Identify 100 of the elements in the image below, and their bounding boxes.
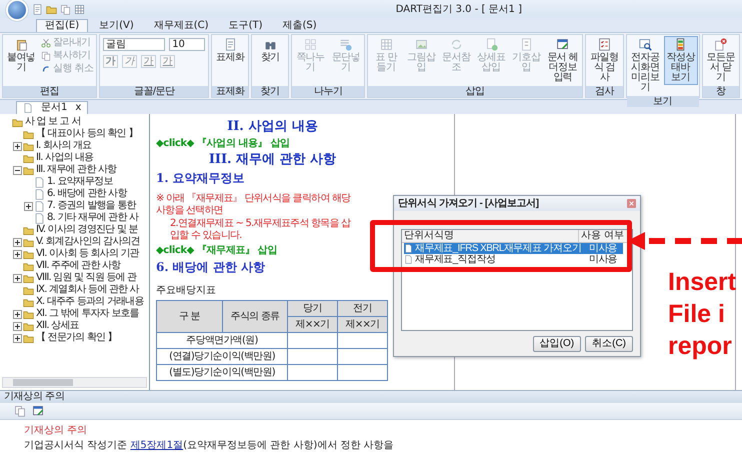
window-icon[interactable] <box>32 405 44 417</box>
folder-icon <box>23 296 34 308</box>
tree-item[interactable]: 【 전문가의 확인 】 <box>36 332 117 344</box>
search-icon <box>638 38 652 51</box>
page-icon <box>34 212 45 224</box>
expand-toggle[interactable] <box>13 142 22 150</box>
ribbon-button[interactable]: 찾기 <box>253 36 288 65</box>
clipboard-icon <box>14 38 28 51</box>
group-label: 글꼴/문단 <box>100 86 208 97</box>
table-cell: (연결)당기순이익(백만원) <box>156 348 288 364</box>
lines-plus-icon <box>339 38 352 51</box>
rule-link[interactable]: 제5장제1절 <box>130 440 184 451</box>
expand-toggle[interactable] <box>24 202 33 210</box>
section-heading: 1. 요약재무정보 <box>156 170 245 187</box>
tree-item[interactable]: IV. 이사의 경영진단 및 분 <box>36 224 138 236</box>
close-button[interactable]: x <box>75 102 82 114</box>
pages-icon[interactable] <box>14 405 26 417</box>
tree-item[interactable]: VI. 이사회 등 회사의 기관 <box>36 248 139 260</box>
section-title: III. 재무에 관한 사항 <box>208 151 338 169</box>
note-text: ※ 아래 『재무제표』 단위서식을 클릭하여 해당사항을 선택하면 <box>156 193 352 217</box>
tree-item[interactable]: 사 업 보 고 서 <box>25 116 81 128</box>
ribbon-tab[interactable]: 편집(E) <box>36 19 88 32</box>
list-row[interactable]: 재무제표_IFRS XBRL재무제표 가져오기 미사용 <box>404 243 623 254</box>
ribbon-tab[interactable]: 제출(S) <box>274 19 326 32</box>
horizontal-scrollbar[interactable] <box>2 377 147 388</box>
page-icon <box>34 188 45 200</box>
ribbon-button[interactable]: 표제화 <box>213 36 248 65</box>
table-header: 당기 <box>288 300 338 316</box>
insert-instruction[interactable]: ◆click◆ 『사업의 내용』 삽입 <box>156 137 290 151</box>
pages-close-icon <box>714 38 728 51</box>
folder-icon <box>23 308 34 320</box>
form-name: 재무제표_IFRS XBRL재무제표 가져오기 <box>415 243 582 254</box>
tree-item[interactable]: III. 재무에 관한 사항 <box>36 164 116 176</box>
tree-item[interactable]: X. 대주주 등과의 거래내용 <box>36 296 144 308</box>
list-row[interactable]: 재무제표_직접작성 미사용 <box>404 254 623 265</box>
table-header: 구 분 <box>156 300 222 332</box>
page-icon <box>34 176 45 188</box>
app-orb-icon[interactable] <box>6 0 28 21</box>
notes-heading: 기재상의 주의 <box>24 424 88 438</box>
expand-toggle[interactable] <box>13 274 22 282</box>
tree-item[interactable]: 1. 요약재무정보 <box>47 176 113 188</box>
folder-icon <box>23 284 34 296</box>
ribbon-button[interactable]: 모든문서 닫기 <box>704 36 738 85</box>
ribbon-button[interactable]: 파일형식 검사 <box>587 36 622 85</box>
tree-item[interactable]: VIII. 임원 및 직원 등에 관 <box>36 272 136 284</box>
ribbon-tab[interactable]: 도구(T) <box>220 19 272 32</box>
ribbon-button[interactable]: 작성상태바 보기 <box>664 36 698 85</box>
expand-toggle[interactable] <box>13 238 22 246</box>
folder-icon <box>23 164 34 176</box>
table-header: 제××기 <box>288 316 338 332</box>
ribbon-tab[interactable]: 보기(V) <box>90 19 143 32</box>
page-icon <box>34 200 45 212</box>
insert-instruction[interactable]: ◆click◆ 『재무제표』 삽입 <box>156 244 277 258</box>
usage-status: 미사용 <box>588 254 618 265</box>
section-title: II. 사업의 내용 <box>226 118 319 136</box>
tree-item[interactable]: 8. 기타 재무에 관한 사 <box>47 212 138 224</box>
column-header: 단위서식명 <box>403 230 455 242</box>
tree-item[interactable]: 7. 증권의 발행을 통한 <box>47 200 136 212</box>
folder-icon <box>23 332 34 344</box>
expand-toggle[interactable] <box>13 322 22 330</box>
section-heading: 6. 배당에 관한 사항 <box>156 259 266 276</box>
folder-icon <box>23 224 34 236</box>
tree-item[interactable]: 6. 배당에 관한 사항 <box>47 188 126 200</box>
folder-icon <box>23 248 34 260</box>
ribbon-button[interactable]: 붙여넣기 <box>4 36 38 75</box>
dialog-button[interactable]: 삽입(O) <box>532 336 582 352</box>
folder-icon <box>23 140 34 152</box>
tree-item[interactable]: XI. 그 밖에 투자자 보호를 <box>36 308 139 320</box>
collapse-toggle[interactable] <box>13 166 22 174</box>
table-header: 제××기 <box>338 316 388 332</box>
tree-item[interactable]: 【 대표이사 등의 확인 】 <box>36 128 138 140</box>
checklist-icon <box>598 38 611 51</box>
folder-icon[interactable] <box>46 4 57 14</box>
document-tab[interactable]: 문서1 x <box>16 101 88 114</box>
group-label: 찾기 <box>252 86 288 97</box>
expand-toggle[interactable] <box>13 250 22 258</box>
tree-item[interactable]: VII. 주주에 관한 사항 <box>36 260 120 272</box>
group-label: 나누기 <box>292 86 364 97</box>
expand-toggle[interactable] <box>13 310 22 318</box>
expand-toggle[interactable] <box>13 334 22 342</box>
ribbon-button[interactable]: 문서 헤더정보 입력 <box>544 36 582 85</box>
folder-icon <box>23 236 34 248</box>
tree-item[interactable]: I. 회사의 개요 <box>36 140 92 152</box>
ribbon-tab[interactable]: 재무제표(C) <box>144 19 218 32</box>
new-document-icon[interactable] <box>32 4 43 14</box>
group-label: 삽입 <box>368 86 582 97</box>
size-select[interactable]: 10 <box>169 38 206 51</box>
tree-item[interactable]: XII. 상세표 <box>36 320 79 332</box>
tree-item[interactable]: V. 회계감사인의 감사의견 <box>36 236 140 248</box>
ribbon-button[interactable]: 전자공시화면 미리보기 <box>628 36 663 95</box>
tree-item[interactable]: II. 사업의 내용 <box>36 152 94 164</box>
annotation-text: File i <box>668 299 726 330</box>
group-label: 편집 <box>3 86 96 97</box>
tree-item[interactable]: IX. 계열회사 등에 관한 사 <box>36 284 139 296</box>
table-cell: 주당액면가액(원) <box>156 332 288 348</box>
font-select[interactable]: 굴림 <box>103 38 166 51</box>
dialog-button[interactable]: 취소(C) <box>585 336 633 352</box>
close-icon[interactable] <box>627 199 636 208</box>
scissors-icon <box>41 38 51 48</box>
table-cell: (별도)당기순이익(백만원) <box>156 364 288 380</box>
